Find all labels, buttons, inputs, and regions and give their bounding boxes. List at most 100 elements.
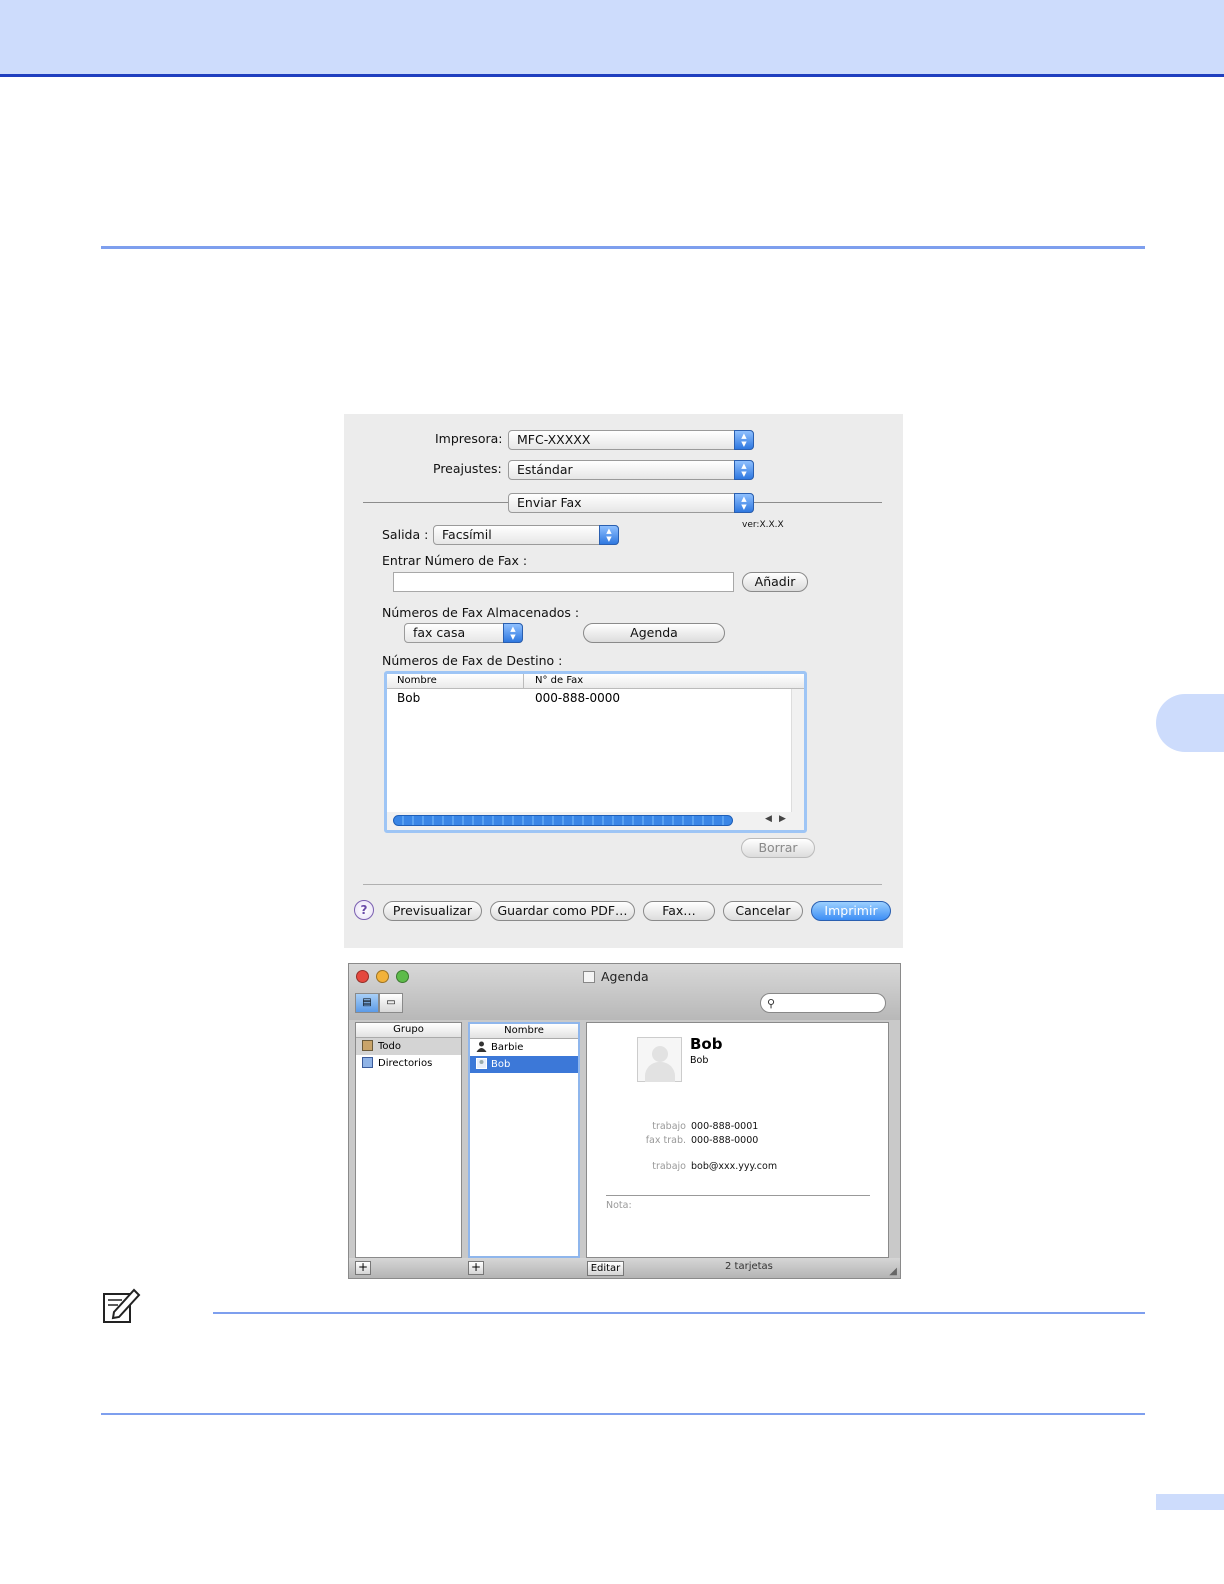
fax-button[interactable]: Fax… bbox=[643, 901, 715, 921]
name-label: Barbie bbox=[491, 1042, 524, 1053]
cancel-button[interactable]: Cancelar bbox=[723, 901, 803, 921]
minimize-icon[interactable] bbox=[376, 970, 389, 983]
bottom-bar: + + Editar 2 tarjetas ◢ bbox=[349, 1258, 900, 1278]
printer-value: MFC-XXXXX bbox=[517, 432, 591, 447]
group-label: Directorios bbox=[378, 1058, 433, 1069]
zoom-icon[interactable] bbox=[396, 970, 409, 983]
row-fax: 000-888-0000 bbox=[535, 691, 621, 705]
name-item-barbie[interactable]: Barbie bbox=[470, 1039, 578, 1056]
title-bar: Agenda ▤ ▭ ⚲ bbox=[349, 964, 900, 1020]
preview-button[interactable]: Previsualizar bbox=[383, 901, 482, 921]
table-header: Nombre N° de Fax bbox=[387, 674, 804, 689]
add-group-button[interactable]: + bbox=[355, 1261, 371, 1275]
chapter-tab bbox=[1156, 694, 1224, 752]
group-item-todo[interactable]: Todo bbox=[356, 1038, 461, 1055]
edit-button[interactable]: Editar bbox=[587, 1261, 624, 1276]
search-icon: ⚲ bbox=[767, 997, 776, 1010]
popup-arrows-icon: ▲ ▼ bbox=[599, 525, 619, 545]
popup-arrows-icon: ▲ ▼ bbox=[734, 430, 754, 450]
group-item-directorios[interactable]: Directorios bbox=[356, 1055, 461, 1072]
name-label: Bob bbox=[491, 1059, 511, 1070]
contact-card: Bob Bob trabajo 000-888-0001 fax trab. 0… bbox=[586, 1022, 889, 1258]
group-header: Grupo bbox=[356, 1023, 461, 1038]
output-value: Facsímil bbox=[442, 527, 492, 542]
field-label: trabajo bbox=[652, 1161, 686, 1172]
field-label: fax trab. bbox=[645, 1135, 686, 1146]
scroll-left-icon[interactable]: ◀ bbox=[765, 814, 772, 824]
add-button[interactable]: Añadir bbox=[742, 572, 808, 592]
avatar[interactable] bbox=[637, 1037, 682, 1082]
directory-icon bbox=[362, 1057, 373, 1068]
column-divider bbox=[523, 674, 524, 689]
dest-fax-label: Números de Fax de Destino : bbox=[382, 653, 563, 668]
resize-grip-icon[interactable]: ◢ bbox=[889, 1266, 897, 1277]
page-number-tab bbox=[1156, 1494, 1224, 1510]
close-icon[interactable] bbox=[356, 970, 369, 983]
name-item-bob[interactable]: Bob bbox=[470, 1056, 578, 1073]
vertical-scrollbar[interactable] bbox=[791, 689, 804, 815]
separator bbox=[363, 884, 882, 885]
group-icon bbox=[362, 1040, 373, 1051]
scroll-thumb[interactable] bbox=[393, 815, 733, 826]
section-rule bbox=[101, 246, 1145, 249]
document-icon bbox=[583, 971, 595, 983]
group-label: Todo bbox=[378, 1041, 401, 1052]
presets-label: Preajustes: bbox=[433, 461, 502, 476]
column-view-icon[interactable]: ▤ bbox=[355, 993, 379, 1013]
popup-arrows-icon: ▲ ▼ bbox=[734, 460, 754, 480]
print-button[interactable]: Imprimir bbox=[811, 901, 891, 921]
note-rule bbox=[213, 1312, 1145, 1314]
stored-fax-select[interactable]: fax casa ▲ ▼ bbox=[404, 623, 523, 643]
person-icon bbox=[476, 1041, 487, 1052]
save-pdf-button[interactable]: Guardar como PDF… bbox=[490, 901, 635, 921]
separator bbox=[363, 502, 508, 503]
note-icon bbox=[103, 1288, 141, 1323]
agenda-button[interactable]: Agenda bbox=[583, 623, 725, 643]
printer-select[interactable]: MFC-XXXXX ▲ ▼ bbox=[508, 430, 754, 450]
card-icon bbox=[476, 1058, 487, 1069]
row-name: Bob bbox=[397, 691, 421, 705]
panel-select[interactable]: Enviar Fax ▲ ▼ bbox=[508, 493, 754, 513]
output-select[interactable]: Facsímil ▲ ▼ bbox=[433, 525, 619, 545]
enter-fax-label: Entrar Número de Fax : bbox=[382, 553, 528, 568]
search-field[interactable]: ⚲ bbox=[760, 993, 886, 1013]
print-dialog: Impresora: MFC-XXXXX ▲ ▼ Preajustes: Está… bbox=[344, 414, 903, 948]
separator bbox=[754, 502, 882, 503]
note-rule bbox=[101, 1413, 1145, 1415]
delete-button[interactable]: Borrar bbox=[741, 838, 815, 858]
stored-fax-label: Números de Fax Almacenados : bbox=[382, 605, 580, 620]
name-column: Nombre Barbie Bob bbox=[468, 1022, 580, 1258]
horizontal-scrollbar[interactable]: ◀ ▶ bbox=[387, 812, 804, 830]
popup-arrows-icon: ▲ ▼ bbox=[503, 623, 523, 643]
fax-number-input[interactable] bbox=[393, 572, 734, 592]
add-contact-button[interactable]: + bbox=[468, 1261, 484, 1275]
printer-label: Impresora: bbox=[435, 431, 503, 446]
card-count: 2 tarjetas bbox=[725, 1261, 773, 1272]
version-label: ver:X.X.X bbox=[742, 520, 784, 530]
contact-subname: Bob bbox=[690, 1055, 709, 1066]
field-label: trabajo bbox=[652, 1121, 686, 1132]
card-view-icon[interactable]: ▭ bbox=[379, 993, 403, 1013]
destination-table[interactable]: Nombre N° de Fax Bob 000-888-0000 ◀ ▶ bbox=[384, 671, 807, 833]
presets-value: Estándar bbox=[517, 462, 573, 477]
popup-arrows-icon: ▲ ▼ bbox=[734, 493, 754, 513]
note-divider bbox=[606, 1195, 870, 1196]
field-value: 000-888-0000 bbox=[691, 1135, 759, 1146]
table-row[interactable]: Bob 000-888-0000 bbox=[387, 691, 787, 707]
contact-name: Bob bbox=[690, 1035, 723, 1053]
group-column: Grupo Todo Directorios bbox=[355, 1022, 462, 1258]
scroll-right-icon[interactable]: ▶ bbox=[779, 814, 786, 824]
column-name[interactable]: Nombre bbox=[397, 674, 437, 688]
address-book-window: Agenda ▤ ▭ ⚲ Grupo Todo Directorios Nomb… bbox=[348, 963, 901, 1279]
presets-select[interactable]: Estándar ▲ ▼ bbox=[508, 460, 754, 480]
stored-fax-value: fax casa bbox=[413, 625, 466, 640]
note-label: Nota: bbox=[606, 1200, 632, 1211]
name-header: Nombre bbox=[470, 1024, 578, 1039]
column-fax[interactable]: N° de Fax bbox=[535, 674, 583, 688]
field-value: 000-888-0001 bbox=[691, 1121, 759, 1132]
header-band bbox=[0, 0, 1224, 77]
output-label: Salida : bbox=[382, 527, 429, 542]
field-value: bob@xxx.yyy.com bbox=[691, 1161, 778, 1172]
question-icon[interactable]: ? bbox=[354, 900, 374, 920]
panel-value: Enviar Fax bbox=[517, 495, 582, 510]
